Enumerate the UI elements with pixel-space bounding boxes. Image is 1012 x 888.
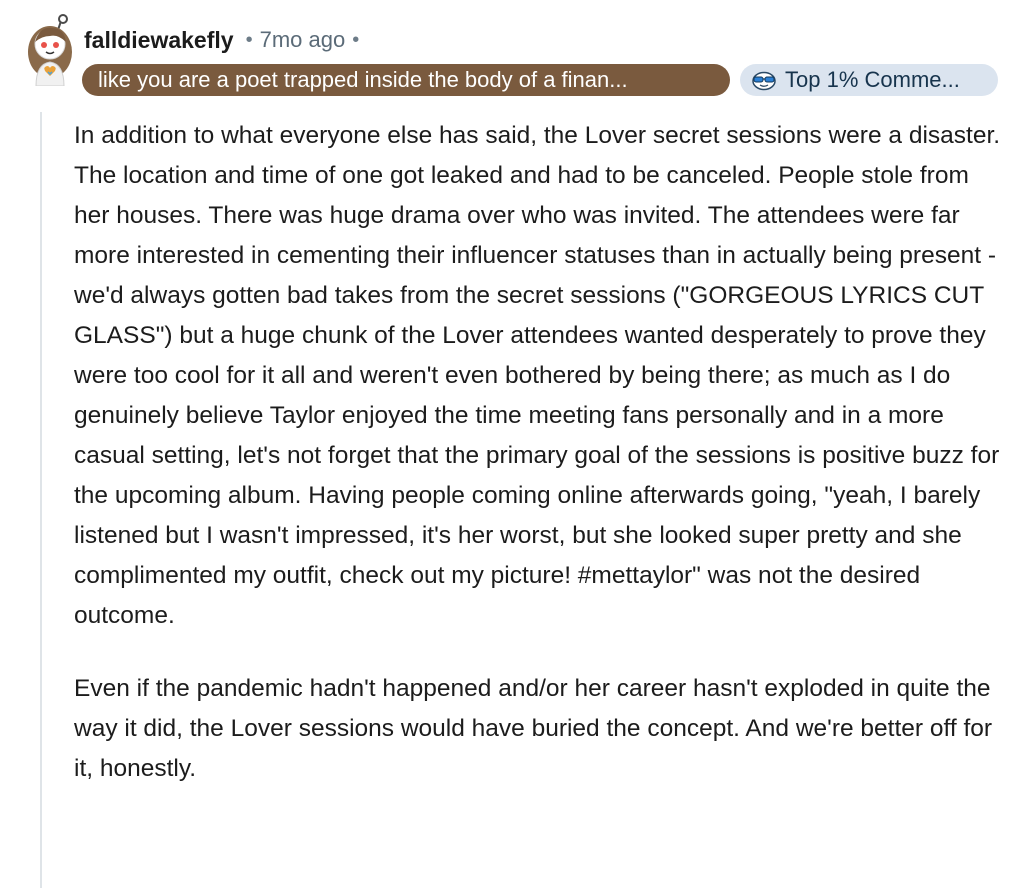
comment-meta: falldiewakefly • 7mo ago • (84, 22, 359, 58)
user-flair: like you are a poet trapped inside the b… (82, 64, 730, 96)
top-commenter-badge[interactable]: Top 1% Comme... (740, 64, 998, 96)
comment-body: In addition to what everyone else has sa… (74, 116, 1004, 789)
separator-dot: • (352, 28, 360, 51)
username-link[interactable]: falldiewakefly (84, 27, 234, 54)
snoo-avatar-icon (28, 14, 72, 87)
separator-dot: • (245, 28, 253, 51)
comment-paragraph: Even if the pandemic hadn't happened and… (74, 675, 993, 782)
thread-collapse-line[interactable] (40, 112, 42, 888)
user-avatar[interactable] (22, 14, 80, 87)
comment-paragraph: In addition to what everyone else has sa… (74, 122, 1001, 629)
snoo-sunglasses-icon (752, 71, 776, 91)
badge-label: Top 1% Comme... (785, 67, 960, 92)
comment: falldiewakefly • 7mo ago • like you are … (0, 0, 1012, 888)
flair-row: like you are a poet trapped inside the b… (82, 62, 998, 98)
comment-timestamp[interactable]: 7mo ago (260, 27, 346, 53)
